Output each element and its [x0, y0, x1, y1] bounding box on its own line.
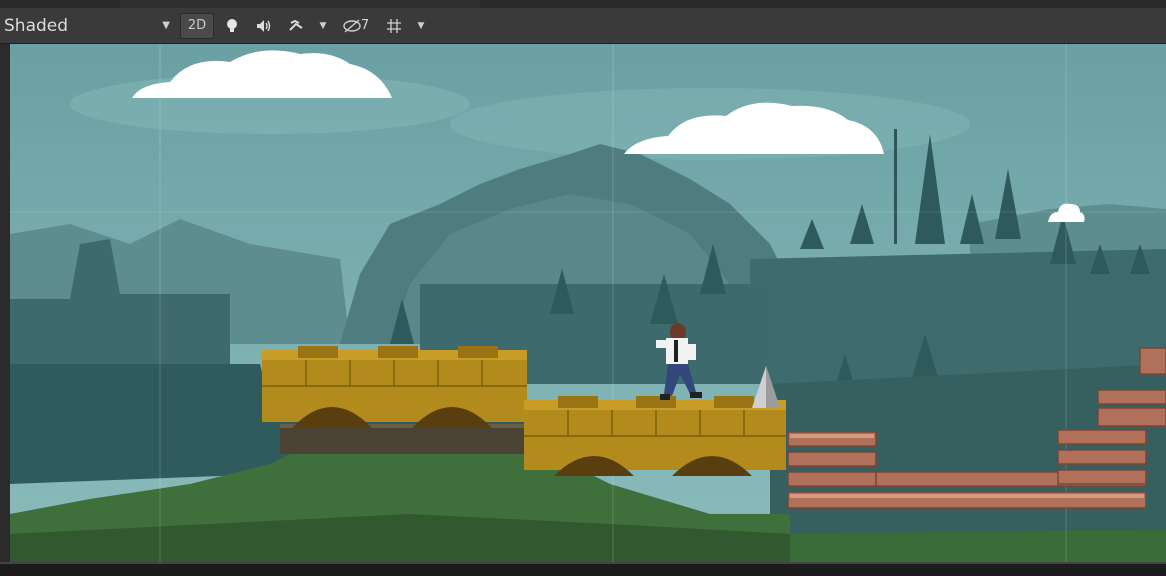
lightbulb-icon — [227, 18, 237, 32]
grid-toggle-button[interactable] — [380, 13, 408, 39]
scene-viewport[interactable] — [10, 44, 1166, 562]
effects-toggle-button[interactable] — [282, 13, 310, 39]
chevron-down-icon: ▼ — [319, 20, 327, 31]
toggle-2d-button[interactable]: 2D — [180, 12, 214, 39]
effects-icon — [289, 19, 303, 31]
player-character[interactable] — [650, 322, 706, 408]
grid-dropdown-button[interactable]: ▼ — [412, 13, 430, 39]
window-top-strip — [0, 0, 1166, 8]
audio-toggle-button[interactable] — [250, 13, 278, 39]
spike-hazard[interactable] — [752, 366, 780, 408]
hidden-objects-icon — [343, 18, 361, 33]
draw-mode-label: Shaded — [4, 15, 69, 36]
viewport-bottom-border — [0, 562, 1166, 576]
chevron-down-icon: ▼ — [417, 20, 425, 31]
viewport-left-border — [0, 44, 10, 562]
cloud-sprite-small[interactable] — [1046, 200, 1086, 224]
grid-icon — [387, 18, 401, 33]
lighting-toggle-button[interactable] — [218, 13, 246, 39]
tab-grip — [120, 0, 480, 8]
hidden-objects-count: 7 — [360, 18, 370, 33]
cloud-sprite[interactable] — [622, 96, 887, 156]
hidden-objects-button[interactable]: 7 — [336, 13, 376, 39]
cloud-sprite[interactable] — [130, 44, 395, 100]
brick-platform-step[interactable] — [1056, 428, 1166, 492]
audio-icon — [257, 19, 271, 32]
scene-toolbar: Shaded ▼ 2D ▼ 7 ▼ — [0, 8, 1166, 44]
draw-mode-dropdown[interactable]: Shaded ▼ — [0, 12, 176, 40]
bridge-platform-right[interactable] — [524, 396, 786, 476]
chevron-down-icon: ▼ — [162, 20, 170, 31]
effects-dropdown-button[interactable]: ▼ — [314, 13, 332, 39]
bridge-platform-left[interactable] — [262, 346, 527, 428]
brick-platform-high[interactable] — [1096, 346, 1166, 432]
